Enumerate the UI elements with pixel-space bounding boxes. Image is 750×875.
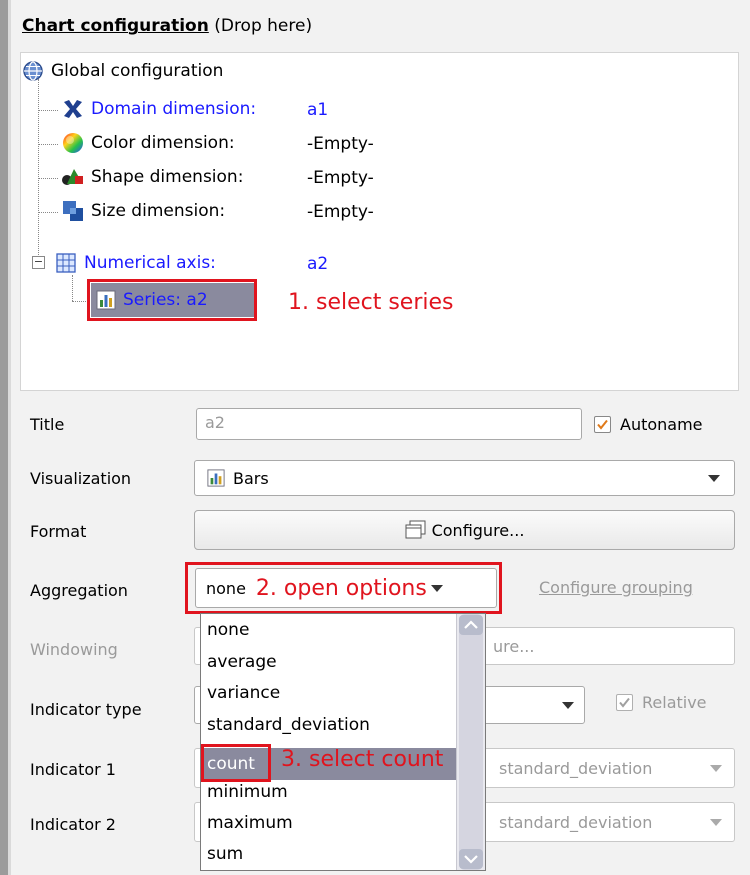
tree-branch <box>38 110 58 111</box>
autoname-label: Autoname <box>620 415 703 434</box>
domain-dimension-label: Domain dimension: <box>91 99 257 119</box>
option-sum[interactable]: sum <box>207 838 243 870</box>
section-title: Chart configuration (Drop here) <box>22 16 312 36</box>
size-squares-icon <box>61 199 85 223</box>
annotation-select-series: 1. select series <box>288 290 454 315</box>
configure-grouping-link[interactable]: Configure grouping <box>539 578 693 597</box>
indicator2-label: Indicator 2 <box>30 815 116 834</box>
chevron-down-icon <box>708 474 720 482</box>
tree-node-color-dimension[interactable]: Color dimension: <box>61 131 235 155</box>
domain-dimension-value: a1 <box>307 100 329 120</box>
option-none[interactable]: none <box>207 614 249 646</box>
chart-configuration-panel: Chart configuration (Drop here) Global c… <box>0 0 750 875</box>
relative-label: Relative <box>642 693 707 712</box>
title-input[interactable]: a2 <box>196 408 582 440</box>
tree-node-numerical-axis[interactable]: Numerical axis: <box>54 251 216 275</box>
check-icon <box>619 697 630 708</box>
aggregation-dropdown-list[interactable]: none average variance standard_deviation… <box>200 613 486 871</box>
option-average[interactable]: average <box>207 646 277 678</box>
visualization-value: Bars <box>233 468 269 488</box>
tree-branch <box>38 212 58 213</box>
shapes-icon <box>61 165 85 189</box>
annotation-select-count: 3. select count <box>281 747 444 772</box>
visualization-select[interactable]: Bars <box>194 460 735 496</box>
indicator-type-label: Indicator type <box>30 700 142 719</box>
collapse-toggle[interactable]: − <box>32 256 45 269</box>
windowing-label: Windowing <box>30 640 118 659</box>
configure-format-label: Configure... <box>431 520 525 540</box>
highlight-aggregation <box>185 562 502 614</box>
tree-branch <box>38 144 58 145</box>
title-label: Title <box>30 415 65 434</box>
chevron-down-icon <box>710 818 722 826</box>
tree-guide-line <box>38 79 39 259</box>
panel-left-border <box>0 0 8 875</box>
tree-guide-line <box>72 275 73 301</box>
tree-node-shape-dimension[interactable]: Shape dimension: <box>61 165 243 189</box>
option-maximum[interactable]: maximum <box>207 807 293 839</box>
numerical-axis-label: Numerical axis: <box>84 253 216 273</box>
color-wheel-icon <box>61 131 85 155</box>
section-title-bold: Chart configuration <box>22 16 209 36</box>
chevron-down-icon <box>464 855 478 864</box>
scrollbar-thumb[interactable] <box>459 614 483 870</box>
relative-checkbox <box>616 694 633 711</box>
panel-left-border-inner <box>8 0 11 875</box>
configuration-tree[interactable]: Global configuration Domain dimension: a… <box>20 52 739 391</box>
autoname-checkbox[interactable] <box>594 416 611 433</box>
visualization-label: Visualization <box>30 469 132 488</box>
window-icon <box>405 520 426 539</box>
numerical-axis-value: a2 <box>307 254 329 274</box>
chevron-down-icon <box>710 764 722 772</box>
cross-axis-icon <box>61 97 85 121</box>
format-label: Format <box>30 522 87 541</box>
windowing-configure-label: ure... <box>493 637 535 656</box>
aggregation-label: Aggregation <box>30 581 128 600</box>
configure-format-button[interactable]: Configure... <box>194 510 735 550</box>
indicator2-value: standard_deviation <box>499 812 653 832</box>
section-title-hint: (Drop here) <box>208 16 313 36</box>
scroll-up-button[interactable] <box>459 615 483 635</box>
size-dimension-value: -Empty- <box>307 202 374 222</box>
dropdown-scrollbar[interactable] <box>456 614 485 870</box>
chevron-up-icon <box>464 620 478 629</box>
tree-node-global[interactable]: Global configuration <box>21 59 223 83</box>
grid-axis-icon <box>54 251 78 275</box>
option-variance[interactable]: variance <box>207 677 280 709</box>
option-standard-deviation[interactable]: standard_deviation <box>207 709 370 741</box>
bar-chart-icon <box>207 469 225 487</box>
highlight-count <box>201 744 271 782</box>
globe-icon <box>21 59 45 83</box>
tree-node-size-dimension[interactable]: Size dimension: <box>61 199 225 223</box>
tree-node-global-label: Global configuration <box>51 61 224 81</box>
check-icon <box>597 419 608 430</box>
size-dimension-label: Size dimension: <box>91 201 226 221</box>
tree-branch <box>72 301 88 302</box>
highlight-series <box>87 279 257 321</box>
chevron-down-icon <box>562 701 574 709</box>
color-dimension-value: -Empty- <box>307 134 374 154</box>
shape-dimension-value: -Empty- <box>307 168 374 188</box>
tree-node-domain-dimension[interactable]: Domain dimension: <box>61 97 256 121</box>
tree-branch <box>38 178 58 179</box>
color-dimension-label: Color dimension: <box>91 133 235 153</box>
shape-dimension-label: Shape dimension: <box>91 167 244 187</box>
indicator1-value: standard_deviation <box>499 758 653 778</box>
scroll-down-button[interactable] <box>459 849 483 869</box>
indicator1-label: Indicator 1 <box>30 760 116 779</box>
